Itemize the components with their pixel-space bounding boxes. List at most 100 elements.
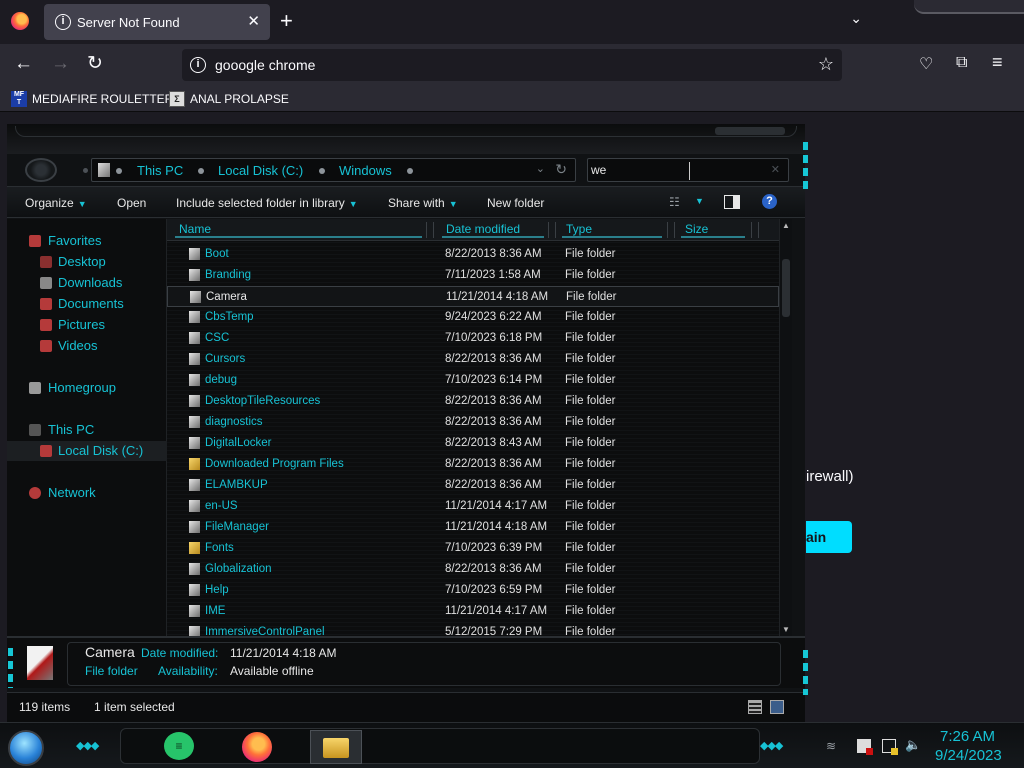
- column-resize-handle[interactable]: [751, 222, 759, 238]
- browser-tab[interactable]: i Server Not Found ✕: [44, 4, 270, 40]
- open-button[interactable]: Open: [117, 196, 146, 210]
- search-box[interactable]: ✕: [587, 158, 789, 182]
- change-view-icon[interactable]: ☷: [669, 195, 680, 209]
- new-tab-button[interactable]: +: [280, 9, 293, 33]
- file-row[interactable]: debug 7/10/2023 6:14 PM File folder: [167, 370, 779, 391]
- breadcrumb-separator-icon[interactable]: [116, 168, 122, 174]
- file-row[interactable]: DigitalLocker 8/22/2013 8:43 AM File folde…: [167, 433, 779, 454]
- chevron-down-icon: ▼: [77, 199, 87, 209]
- organize-button[interactable]: Organize ▼: [25, 196, 87, 210]
- nav-downloads[interactable]: Downloads: [7, 273, 167, 293]
- nav-network[interactable]: Network: [7, 483, 167, 503]
- hamburger-menu-icon[interactable]: ≡: [992, 52, 1003, 73]
- tab-close-button[interactable]: ✕: [247, 12, 260, 30]
- nav-documents[interactable]: Documents: [7, 294, 167, 314]
- forward-button[interactable]: →: [51, 53, 70, 75]
- nav-this-pc[interactable]: This PC: [7, 420, 167, 440]
- breadcrumb-separator-icon[interactable]: [319, 168, 325, 174]
- column-resize-handle[interactable]: [548, 222, 556, 238]
- file-row[interactable]: Help 7/10/2023 6:59 PM File folder: [167, 580, 779, 601]
- nav-pictures[interactable]: Pictures: [7, 315, 167, 335]
- back-button[interactable]: ←: [14, 53, 33, 75]
- nav-favorites[interactable]: Favorites: [7, 231, 167, 251]
- bookmark-item[interactable]: Σ ANAL PROLAPSE: [169, 90, 289, 108]
- bookmark-star-icon[interactable]: ☆: [818, 54, 834, 75]
- show-hidden-icons-icon[interactable]: ≋: [826, 739, 836, 753]
- nav-local-disk[interactable]: Local Disk (C:): [7, 441, 167, 461]
- file-row[interactable]: Globalization 8/22/2013 8:36 AM File folde…: [167, 559, 779, 580]
- nav-homegroup[interactable]: Homegroup: [7, 378, 167, 398]
- view-options-chevron-icon[interactable]: ▼: [695, 196, 704, 206]
- breadcrumb-windows[interactable]: Windows: [339, 163, 392, 178]
- window-glow-decoration: [803, 142, 808, 192]
- large-icons-view-icon[interactable]: [770, 700, 784, 714]
- refresh-icon[interactable]: ↻: [555, 161, 567, 178]
- start-orb-icon[interactable]: [8, 730, 44, 766]
- file-explorer-icon[interactable]: [310, 730, 362, 764]
- file-row[interactable]: DesktopTileResources 8/22/2013 8:36 AM Fil…: [167, 391, 779, 412]
- breadcrumb-this-pc[interactable]: This PC: [137, 163, 183, 178]
- pocket-icon[interactable]: ♡: [919, 54, 933, 74]
- clock-time[interactable]: 7:26 AM: [940, 728, 995, 745]
- address-dropdown-icon[interactable]: ⌄: [536, 162, 545, 175]
- scroll-down-icon[interactable]: ▼: [782, 625, 790, 634]
- details-view-icon[interactable]: [748, 700, 762, 714]
- column-resize-handle[interactable]: [426, 222, 434, 238]
- action-center-flag-icon[interactable]: [857, 739, 873, 755]
- include-in-library-button[interactable]: Include selected folder in library ▼: [176, 196, 358, 210]
- breadcrumb-separator-icon[interactable]: [407, 168, 413, 174]
- recent-locations-icon[interactable]: [83, 168, 88, 173]
- column-resize-handle[interactable]: [667, 222, 675, 238]
- file-row[interactable]: IME 11/21/2014 4:17 AM File folder: [167, 601, 779, 622]
- folder-icon: [189, 374, 200, 386]
- breadcrumb-separator-icon[interactable]: [198, 168, 204, 174]
- column-header-date[interactable]: Date modified: [442, 222, 544, 238]
- reload-button[interactable]: ↻: [87, 53, 103, 75]
- site-info-icon[interactable]: i: [190, 57, 206, 73]
- new-folder-button[interactable]: New folder: [487, 196, 544, 210]
- clear-search-icon[interactable]: ✕: [771, 163, 780, 176]
- share-with-button[interactable]: Share with ▼: [388, 196, 458, 210]
- file-row[interactable]: Fonts 7/10/2023 6:39 PM File folder: [167, 538, 779, 559]
- column-header-name[interactable]: Name: [175, 222, 422, 238]
- extensions-icon[interactable]: ⧉: [956, 54, 967, 72]
- explorer-address-bar[interactable]: This PC Local Disk (C:) Windows ⌄ ↻: [91, 158, 576, 182]
- volume-icon[interactable]: 🔈: [905, 737, 921, 752]
- firefox-logo-icon[interactable]: [11, 12, 29, 30]
- file-row[interactable]: Boot 8/22/2013 8:36 AM File folder: [167, 244, 779, 265]
- try-again-button[interactable]: ain: [806, 521, 852, 553]
- file-row[interactable]: CbsTemp 9/24/2023 6:22 AM File folder: [167, 307, 779, 328]
- clock-date[interactable]: 9/24/2023: [935, 747, 1002, 764]
- file-row[interactable]: Branding 7/11/2023 1:58 AM File folder: [167, 265, 779, 286]
- window-title-decoration[interactable]: [7, 124, 805, 154]
- file-row[interactable]: ELAMBKUP 8/22/2013 8:36 AM File folder: [167, 475, 779, 496]
- nav-videos[interactable]: Videos: [7, 336, 167, 356]
- file-row[interactable]: ImmersiveControlPanel 5/12/2015 7:29 PM Fi…: [167, 622, 779, 636]
- vertical-scrollbar[interactable]: ▲ ▼: [779, 219, 792, 636]
- network-status-icon[interactable]: [882, 739, 898, 755]
- preview-pane-icon[interactable]: [724, 195, 740, 209]
- bookmark-item[interactable]: MF T MEDIAFIRE ROULETTER: [11, 90, 173, 108]
- breadcrumb-local-disk[interactable]: Local Disk (C:): [218, 163, 303, 178]
- file-row[interactable]: en-US 11/21/2014 4:17 AM File folder: [167, 496, 779, 517]
- search-input[interactable]: [591, 161, 751, 179]
- help-icon[interactable]: ?: [762, 194, 777, 209]
- folder-icon: [189, 584, 200, 596]
- column-header-size[interactable]: Size: [681, 222, 745, 238]
- firefox-icon[interactable]: [242, 732, 272, 762]
- back-forward-orb-icon[interactable]: [25, 158, 57, 182]
- scrollbar-thumb[interactable]: [782, 259, 790, 317]
- file-row[interactable]: FileManager 11/21/2014 4:18 AM File folder: [167, 517, 779, 538]
- nav-desktop[interactable]: Desktop: [7, 252, 167, 272]
- scroll-up-icon[interactable]: ▲: [782, 221, 790, 230]
- sticky-notes-icon[interactable]: ≡: [164, 732, 194, 760]
- file-row[interactable]: Cursors 8/22/2013 8:36 AM File folder: [167, 349, 779, 370]
- file-row[interactable]: CSC 7/10/2023 6:18 PM File folder: [167, 328, 779, 349]
- file-row[interactable]: Camera 11/21/2014 4:18 AM File folder: [167, 286, 779, 307]
- file-row[interactable]: Downloaded Program Files 8/22/2013 8:36 A…: [167, 454, 779, 475]
- column-header-type[interactable]: Type: [562, 222, 662, 238]
- list-all-tabs-button[interactable]: ⌄: [850, 10, 862, 27]
- address-bar-text[interactable]: gooogle chrome: [215, 57, 315, 73]
- file-row[interactable]: diagnostics 8/22/2013 8:36 AM File folder: [167, 412, 779, 433]
- address-bar[interactable]: i gooogle chrome ☆: [182, 49, 842, 81]
